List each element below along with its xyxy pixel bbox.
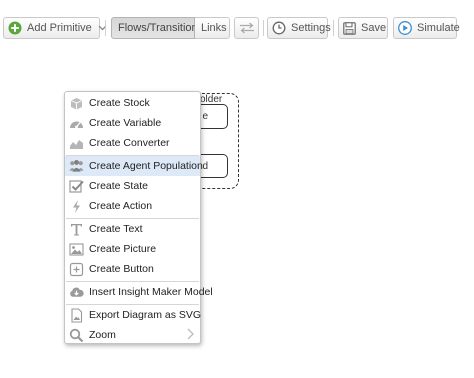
toolbar-divider: [333, 20, 334, 36]
menu-item-label: Create Converter: [89, 137, 170, 149]
add-primitive-button[interactable]: Add Primitive: [3, 17, 107, 39]
primitive-box-2-label: d: [202, 160, 208, 172]
menu-item-insert-insight-maker-model[interactable]: Insert Insight Maker Model: [65, 282, 213, 302]
menu-item-label: Create Agent Population: [89, 160, 203, 172]
menu-item-create-converter[interactable]: Create Converter: [65, 133, 200, 153]
menu-item-label: Create Action: [89, 200, 153, 212]
agent-population-icon: [69, 159, 84, 174]
menu-item-label: Zoom: [89, 329, 116, 341]
menu-item-create-text[interactable]: Create Text: [65, 219, 200, 239]
context-menu: Create Stock Create Variable Create Conv…: [64, 91, 213, 345]
menu-item-create-stock[interactable]: Create Stock: [65, 93, 200, 113]
swap-arrows-icon: [239, 22, 255, 34]
swap-direction-button[interactable]: [234, 17, 259, 39]
menu-item-label: Export Diagram as SVG: [89, 309, 202, 321]
menu-item-create-agent-population[interactable]: Create Agent Population: [65, 156, 203, 176]
simulate-button[interactable]: Simulate: [393, 17, 460, 39]
chevron-right-icon: [187, 328, 194, 343]
settings-button[interactable]: Settings: [267, 17, 331, 39]
flows-transitions-button[interactable]: Flows/Transitions: [111, 17, 203, 39]
lightning-bolt-icon: [69, 199, 84, 214]
menu-item-label: Create Text: [89, 223, 143, 235]
toolbar-divider: [263, 20, 264, 36]
toolbar-divider: [105, 20, 106, 36]
cloud-download-icon: [69, 285, 84, 300]
menu-item-label: Create Picture: [89, 243, 157, 255]
menu-item-label: Create Stock: [89, 97, 150, 109]
toolbar: Add Primitive Flows/Transitions Links Se…: [0, 0, 474, 52]
menu-item-label: Create Button: [89, 263, 154, 275]
state-icon: [69, 179, 84, 194]
variable-icon: [69, 116, 84, 131]
floppy-disk-icon: [343, 21, 356, 35]
add-primitive-label: Add Primitive: [27, 22, 92, 34]
simulate-label: Simulate: [417, 22, 460, 34]
export-svg-icon: [69, 307, 84, 323]
clock-icon: [272, 21, 286, 35]
menu-item-label: Insert Insight Maker Model: [89, 286, 213, 298]
add-circle-icon: [8, 21, 22, 35]
menu-item-export-diagram-as-svg[interactable]: Export Diagram as SVG: [65, 305, 202, 325]
links-button[interactable]: Links: [195, 17, 230, 39]
save-label: Save: [361, 22, 387, 34]
menu-item-create-state[interactable]: Create State: [65, 176, 200, 196]
button-icon: [69, 262, 84, 277]
converter-icon: [69, 136, 84, 151]
menu-item-label: Create State: [89, 180, 148, 192]
text-icon: [69, 222, 84, 237]
links-label: Links: [201, 22, 227, 34]
stock-icon: [69, 96, 84, 111]
primitive-box-1-label: e: [202, 111, 208, 122]
menu-item-zoom[interactable]: Zoom: [65, 325, 200, 345]
picture-icon: [69, 242, 84, 257]
play-icon: [398, 21, 412, 35]
menu-item-create-picture[interactable]: Create Picture: [65, 239, 200, 259]
settings-label: Settings: [291, 22, 331, 34]
menu-item-create-variable[interactable]: Create Variable: [65, 113, 200, 133]
save-button[interactable]: Save: [338, 17, 388, 39]
menu-item-create-button[interactable]: Create Button: [65, 259, 200, 279]
menu-item-create-action[interactable]: Create Action: [65, 196, 200, 216]
magnifier-icon: [69, 328, 84, 343]
menu-item-label: Create Variable: [89, 117, 162, 129]
